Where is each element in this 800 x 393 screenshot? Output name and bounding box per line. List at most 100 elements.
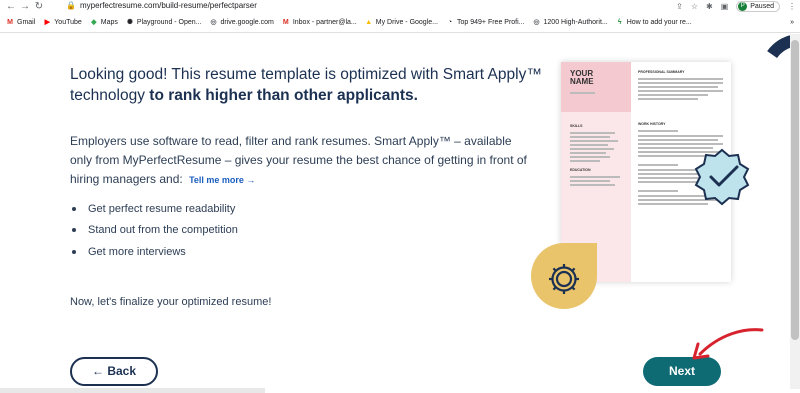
page-content: Looking good! This resume template is op…: [0, 34, 790, 389]
url-text: myperfectresume.com/build-resume/perfect…: [79, 1, 257, 10]
resume-name-line: NAME: [570, 77, 594, 86]
maps-icon: ◆: [91, 18, 97, 26]
bookmark-label: YouTube: [54, 19, 82, 26]
benefit-text: Get perfect resume readability: [88, 202, 236, 215]
bookmark-item[interactable]: ✺ Playground - Open...: [126, 19, 202, 27]
bookmark-label: drive.google.com: [220, 19, 274, 26]
status-bar: [0, 388, 265, 393]
resume-text-line: [570, 132, 615, 134]
resume-text-line: [570, 160, 600, 162]
bookmark-item[interactable]: M Gmail: [6, 19, 35, 27]
bookmark-label: Playground - Open...: [136, 19, 202, 26]
bookmark-label: Top 949+ Free Profi...: [457, 19, 525, 26]
avatar: P: [738, 1, 748, 11]
gmail-icon: M: [7, 18, 13, 26]
resume-text-line: [638, 181, 698, 183]
page-title: Looking good! This resume template is op…: [70, 64, 550, 106]
browser-toolbar: ← → ↻ 🔒 myperfectresume.com/build-resume/…: [0, 0, 800, 13]
resume-text-line: [638, 82, 723, 84]
bookmark-item[interactable]: ϟ How to add your re...: [616, 19, 692, 27]
resume-text-line: [570, 180, 610, 182]
resume-text-line: [638, 94, 708, 96]
forward-arrow-icon[interactable]: →: [18, 1, 32, 13]
resume-skills-heading: SKILLS: [570, 124, 583, 128]
bookmark-star-icon[interactable]: ☆: [691, 2, 698, 11]
tell-me-more-link[interactable]: Tell me more →: [189, 175, 255, 185]
description-text: Employers use software to read, filter a…: [70, 134, 527, 186]
drive-icon: ▲: [365, 18, 373, 26]
more-bookmarks-button[interactable]: »: [790, 19, 800, 26]
decorative-arc: [753, 34, 790, 121]
globe-icon: ◎: [210, 18, 217, 26]
bolt-icon: ϟ: [617, 18, 622, 26]
resume-text-line: [570, 140, 618, 142]
toolbar-right: ⇪ ☆ ✱ ▣ P Paused ⋮: [676, 0, 796, 12]
resume-text-line: [570, 144, 608, 146]
finalize-text: Now, let's finalize your optimized resum…: [70, 296, 272, 308]
bookmark-label: Inbox - partner@la...: [292, 19, 357, 26]
bullet-icon: [72, 206, 76, 211]
side-panel-icon[interactable]: ▣: [721, 2, 729, 11]
gmail-icon: M: [282, 18, 289, 26]
resume-text-line: [570, 92, 595, 94]
lock-icon: 🔒: [66, 1, 76, 10]
resume-text-line: [570, 152, 606, 154]
bookmark-label: 1200 High-Authorit...: [543, 19, 608, 26]
bookmark-item[interactable]: ▲ My Drive - Google...: [365, 19, 438, 27]
bookmark-label: My Drive - Google...: [375, 19, 438, 26]
red-arrow-icon: [692, 328, 764, 360]
resume-education-heading: EDUCATION: [570, 168, 591, 172]
resume-text-line: [638, 190, 678, 192]
share-icon[interactable]: ⇪: [676, 2, 683, 11]
bookmark-item[interactable]: ◆ Maps: [90, 19, 118, 27]
resume-text-line: [638, 164, 678, 166]
bookmark-item[interactable]: ◎ 1200 High-Authorit...: [533, 19, 608, 27]
list-item: Get perfect resume readability: [70, 198, 238, 220]
title-emphasis: to rank higher than other applicants.: [149, 87, 418, 104]
resume-text-line: [638, 139, 718, 141]
resume-text-line: [570, 136, 610, 138]
profile-status: Paused: [750, 2, 774, 10]
benefit-text: Get more interviews: [88, 245, 186, 258]
resume-text-line: [638, 98, 698, 100]
menu-icon[interactable]: ⋮: [788, 2, 796, 11]
youtube-icon: ▶: [44, 18, 50, 26]
verified-check-icon: [694, 148, 750, 206]
bookmark-item[interactable]: M Inbox - partner@la...: [282, 19, 357, 27]
resume-text-line: [638, 130, 678, 132]
resume-text-line: [638, 78, 723, 80]
bullet-icon: [72, 249, 76, 254]
site-icon: ◔: [447, 18, 453, 26]
resume-text-line: [570, 176, 620, 178]
resume-name: YOUR NAME: [570, 70, 594, 86]
resume-text-line: [570, 156, 610, 158]
extensions-icon[interactable]: ✱: [706, 2, 713, 11]
resume-summary-heading: PROFESSIONAL SUMMARY: [638, 70, 685, 74]
resume-text-line: [638, 135, 723, 137]
resume-text-line: [638, 86, 718, 88]
scrollbar-thumb[interactable]: [791, 40, 799, 340]
profile-button[interactable]: P Paused: [736, 0, 780, 12]
bookmark-label: Gmail: [17, 19, 36, 26]
resume-history-heading: WORK HISTORY: [638, 122, 666, 126]
gear-icon: [531, 243, 597, 309]
bookmark-item[interactable]: ◎ drive.google.com: [210, 18, 274, 27]
resume-text-line: [638, 90, 723, 92]
openai-icon: ✺: [126, 18, 133, 26]
list-item: Get more interviews: [70, 241, 238, 263]
description: Employers use software to read, filter a…: [70, 132, 530, 190]
resume-text-line: [638, 143, 723, 145]
bullet-icon: [72, 228, 76, 233]
bookmark-item[interactable]: ▶ YouTube: [43, 19, 82, 27]
bookmark-label: Maps: [100, 19, 118, 26]
list-item: Stand out from the competition: [70, 220, 238, 242]
benefit-text: Stand out from the competition: [88, 224, 238, 237]
bookmarks-bar: M Gmail ▶ YouTube ◆ Maps ✺ Playground - Open...…: [0, 13, 800, 33]
reload-icon[interactable]: ↻: [32, 1, 46, 13]
benefits-list: Get perfect resume readability Stand out…: [70, 198, 238, 263]
address-bar[interactable]: 🔒 myperfectresume.com/build-resume/perfec…: [66, 0, 257, 12]
bookmark-item[interactable]: ◔ Top 949+ Free Profi...: [446, 19, 525, 27]
resume-text-line: [570, 184, 615, 186]
back-arrow-icon[interactable]: ←: [4, 1, 18, 13]
back-button[interactable]: ← Back: [70, 357, 158, 386]
